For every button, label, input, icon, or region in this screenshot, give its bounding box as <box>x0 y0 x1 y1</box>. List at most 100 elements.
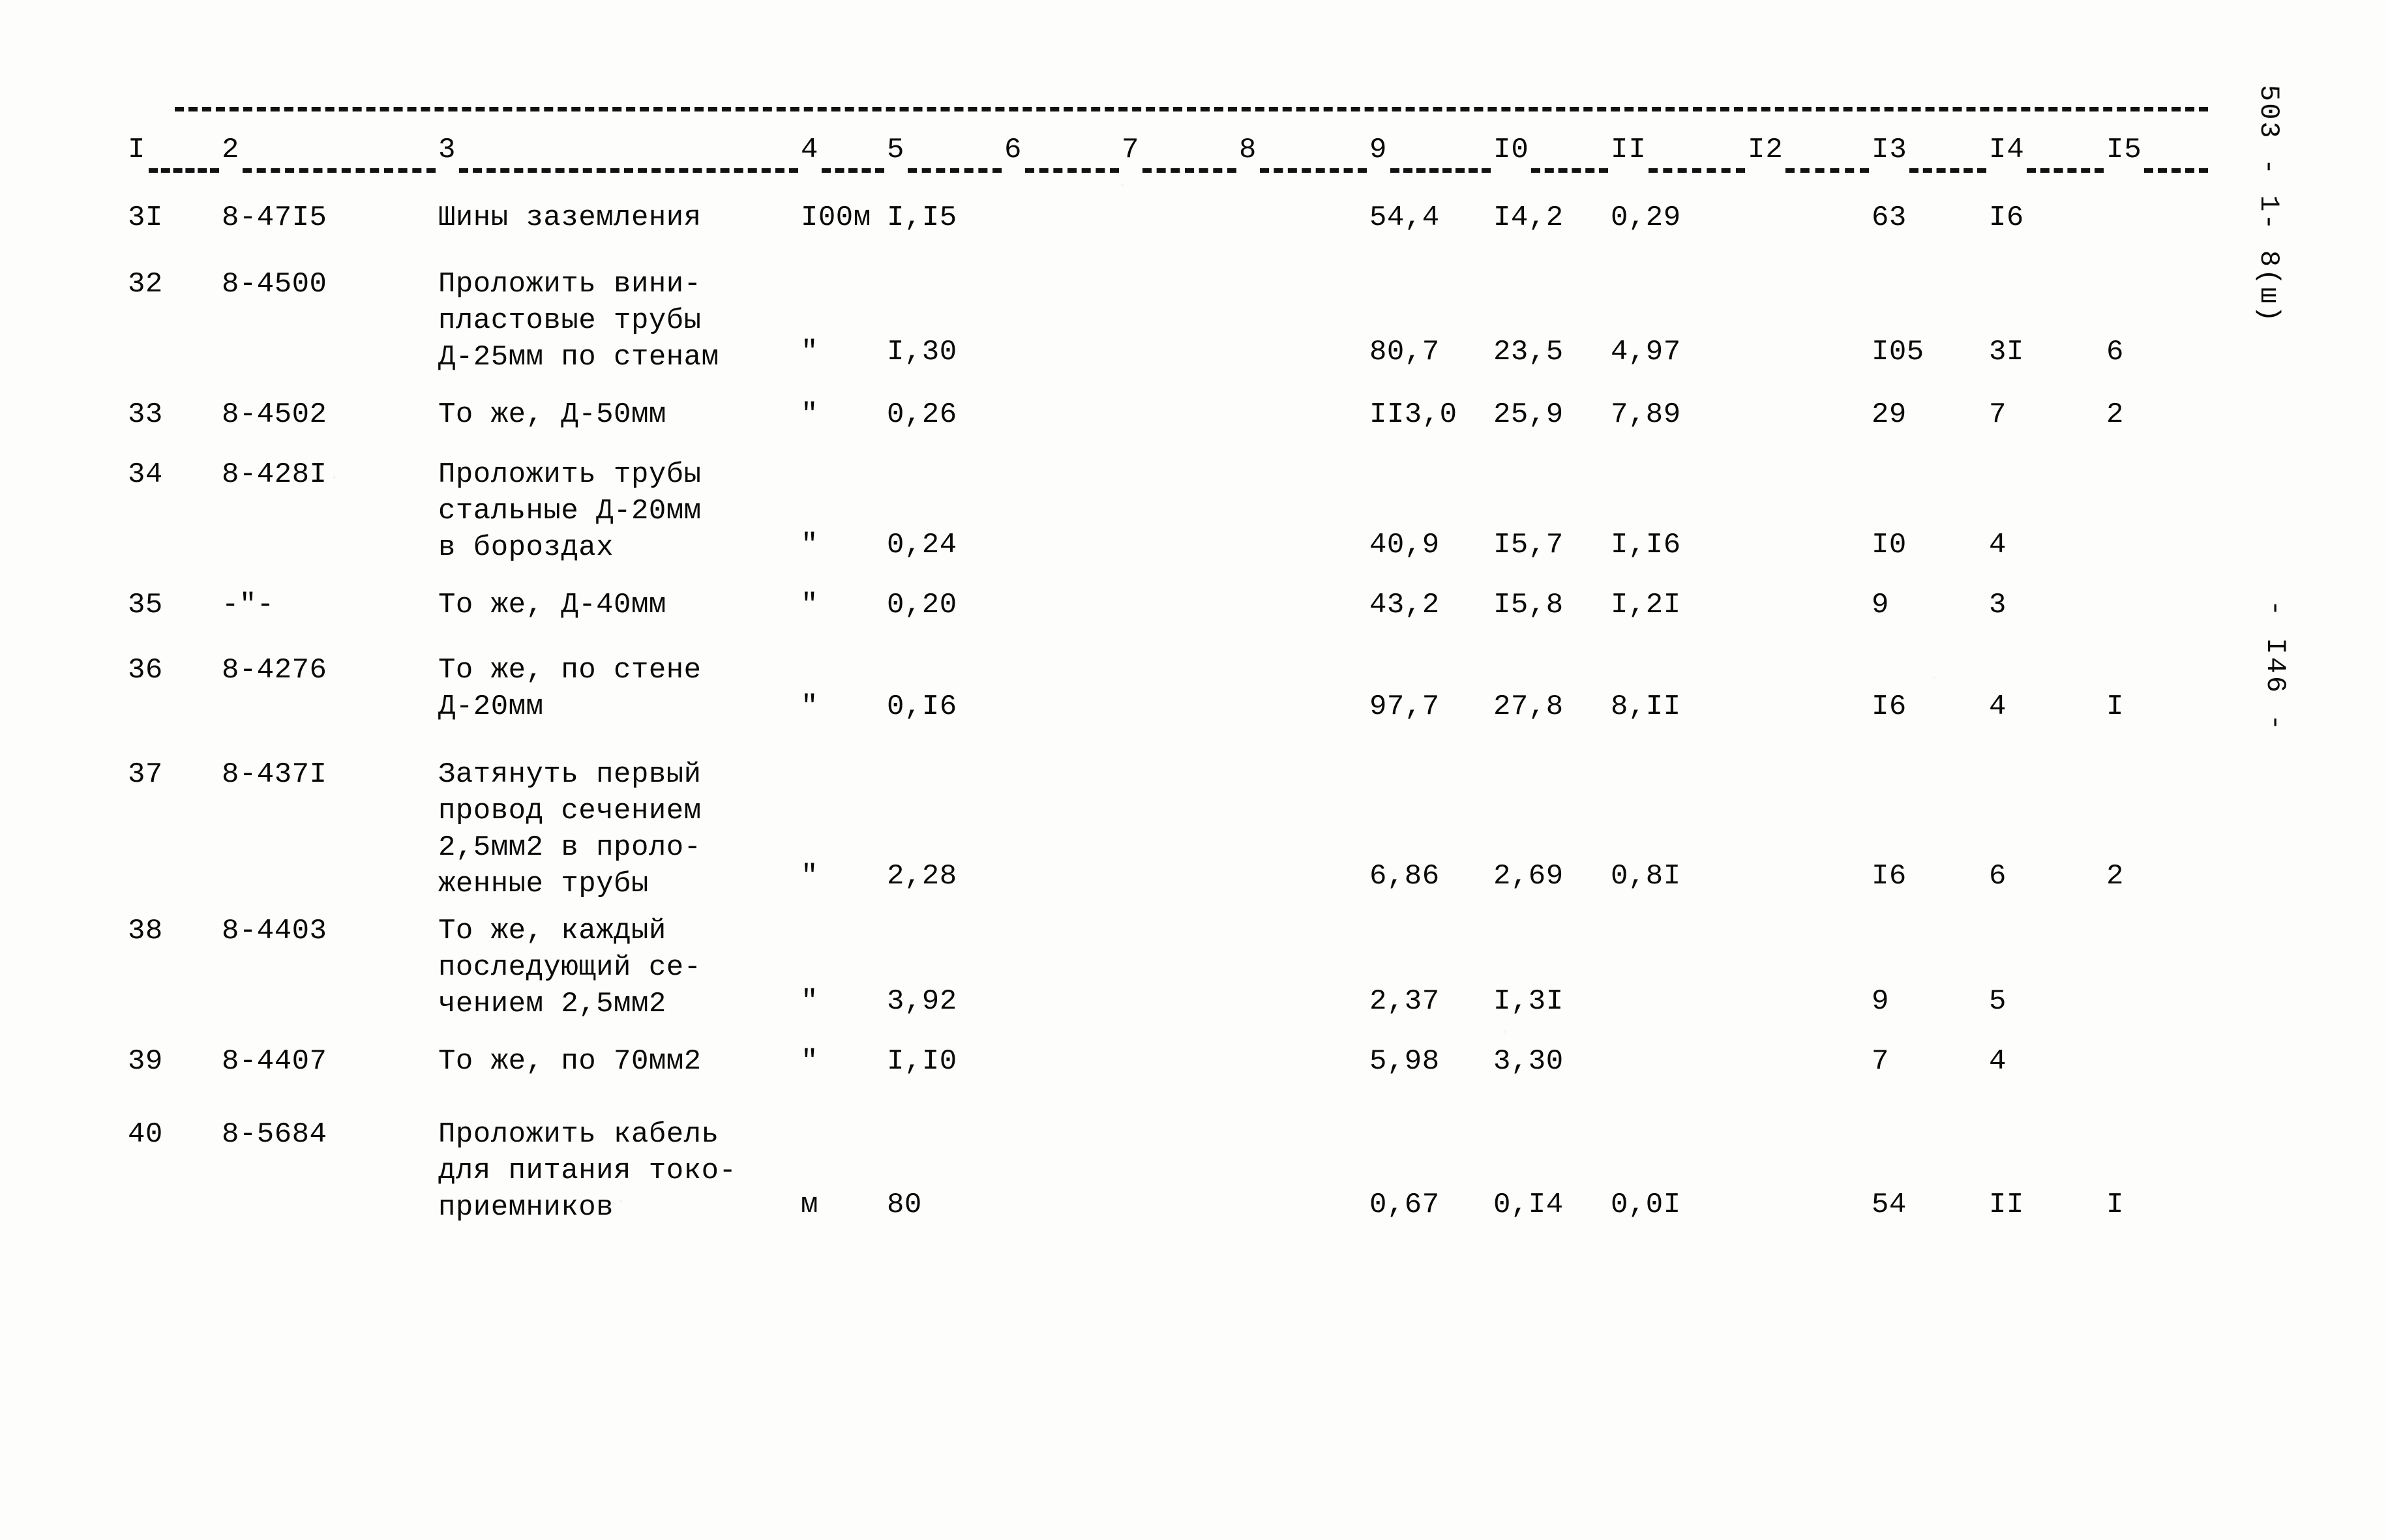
work-description: То же, по стене Д-20мм <box>438 654 702 723</box>
norm-code: 8-437I <box>222 758 327 791</box>
value-col-10: I4,2 <box>1493 201 1564 234</box>
quantity: I,I0 <box>887 1045 957 1078</box>
value-col-14: 4 <box>1989 690 2007 723</box>
quantity: 0,I6 <box>887 690 957 723</box>
value-col-14: 5 <box>1989 985 2007 1018</box>
norm-code: 8-4500 <box>222 268 327 301</box>
row-number: 34 <box>128 458 163 491</box>
work-description: То же, Д-50мм <box>438 398 666 431</box>
value-col-11: I,2I <box>1611 589 1681 621</box>
unit-of-measure: " <box>801 860 818 893</box>
row-number: 37 <box>128 758 163 791</box>
value-col-10: 23,5 <box>1493 336 1564 368</box>
table-body: 3I 8-47I5 Шины заземления I00м I,I5 54,4 I4,2 0… <box>0 0 2388 1540</box>
unit-of-measure: " <box>801 589 818 621</box>
value-col-14: 4 <box>1989 1045 2007 1078</box>
value-col-10: 25,9 <box>1493 398 1564 431</box>
value-col-9: 6,86 <box>1369 860 1440 893</box>
value-col-15: 2 <box>2106 398 2124 431</box>
value-col-15: I <box>2106 690 2124 723</box>
value-col-10: 2,69 <box>1493 860 1564 893</box>
work-description: Проложить вини- пластовые трубы Д-25мм п… <box>438 268 719 374</box>
value-col-10: I5,7 <box>1493 529 1564 561</box>
value-col-9: 2,37 <box>1369 985 1440 1018</box>
norm-code: 8-47I5 <box>222 201 327 234</box>
unit-of-measure: " <box>801 529 818 561</box>
row-number: 38 <box>128 915 163 947</box>
unit-of-measure: м <box>801 1189 818 1221</box>
quantity: 0,26 <box>887 398 957 431</box>
value-col-13: 63 <box>1872 201 1907 234</box>
quantity: 0,20 <box>887 589 957 621</box>
value-col-9: II3,0 <box>1369 398 1457 431</box>
value-col-10: 0,I4 <box>1493 1189 1564 1221</box>
norm-code: 8-4502 <box>222 398 327 431</box>
work-description: Проложить трубы стальные Д-20мм в борозд… <box>438 458 702 564</box>
value-col-14: I6 <box>1989 201 2024 234</box>
row-number: 32 <box>128 268 163 301</box>
work-description: То же, каждый последующий се- чением 2,5… <box>438 915 702 1020</box>
value-col-10: 3,30 <box>1493 1045 1564 1078</box>
value-col-10: I5,8 <box>1493 589 1564 621</box>
value-col-13: 54 <box>1872 1189 1907 1221</box>
unit-of-measure: " <box>801 1045 818 1078</box>
value-col-11: 8,II <box>1611 690 1681 723</box>
work-description: То же, Д-40мм <box>438 589 666 621</box>
work-description: Проложить кабель для питания токо- прием… <box>438 1118 737 1224</box>
value-col-13: I0 <box>1872 529 1907 561</box>
value-col-15: 2 <box>2106 860 2124 893</box>
quantity: I,I5 <box>887 201 957 234</box>
unit-of-measure: " <box>801 336 818 368</box>
quantity: 3,92 <box>887 985 957 1018</box>
value-col-15: 6 <box>2106 336 2124 368</box>
unit-of-measure: " <box>801 398 818 431</box>
value-col-10: I,3I <box>1493 985 1564 1018</box>
work-description: То же, по 70мм2 <box>438 1045 702 1078</box>
value-col-15: I <box>2106 1189 2124 1221</box>
value-col-10: 27,8 <box>1493 690 1564 723</box>
margin-page-number: - I46 - <box>2260 600 2291 733</box>
unit-of-measure: I00м <box>801 201 871 234</box>
value-col-13: 9 <box>1872 985 1889 1018</box>
value-col-13: I6 <box>1872 690 1907 723</box>
value-col-14: 6 <box>1989 860 2007 893</box>
document-page: I 2 3 4 5 6 7 8 9 I0 II I2 I3 I4 I5 3I 8-47I5 Шины зазем… <box>0 0 2388 1540</box>
value-col-11: 0,8I <box>1611 860 1681 893</box>
value-col-14: 7 <box>1989 398 2007 431</box>
margin-document-code: 503 - 1- 8(ш) <box>2253 85 2284 324</box>
value-col-9: 54,4 <box>1369 201 1440 234</box>
row-number: 40 <box>128 1118 163 1151</box>
value-col-13: 7 <box>1872 1045 1889 1078</box>
norm-code: 8-5684 <box>222 1118 327 1151</box>
quantity: 80 <box>887 1189 922 1221</box>
row-number: 3I <box>128 201 163 234</box>
value-col-11: 0,0I <box>1611 1189 1681 1221</box>
norm-code: 8-4403 <box>222 915 327 947</box>
value-col-9: 0,67 <box>1369 1189 1440 1221</box>
norm-code: -"- <box>222 589 275 621</box>
row-number: 35 <box>128 589 163 621</box>
row-number: 39 <box>128 1045 163 1078</box>
row-number: 33 <box>128 398 163 431</box>
value-col-9: 97,7 <box>1369 690 1440 723</box>
unit-of-measure: " <box>801 985 818 1018</box>
value-col-9: 43,2 <box>1369 589 1440 621</box>
value-col-14: 4 <box>1989 529 2007 561</box>
quantity: 2,28 <box>887 860 957 893</box>
norm-code: 8-4276 <box>222 654 327 687</box>
unit-of-measure: " <box>801 690 818 723</box>
norm-code: 8-4407 <box>222 1045 327 1078</box>
quantity: I,30 <box>887 336 957 368</box>
value-col-13: I6 <box>1872 860 1907 893</box>
value-col-9: 40,9 <box>1369 529 1440 561</box>
quantity: 0,24 <box>887 529 957 561</box>
work-description: Затянуть первый провод сечением 2,5мм2 в… <box>438 758 702 900</box>
value-col-11: 4,97 <box>1611 336 1681 368</box>
value-col-11: 0,29 <box>1611 201 1681 234</box>
row-number: 36 <box>128 654 163 687</box>
value-col-13: 29 <box>1872 398 1907 431</box>
value-col-13: 9 <box>1872 589 1889 621</box>
value-col-9: 80,7 <box>1369 336 1440 368</box>
value-col-14: 3 <box>1989 589 2007 621</box>
value-col-13: I05 <box>1872 336 1924 368</box>
